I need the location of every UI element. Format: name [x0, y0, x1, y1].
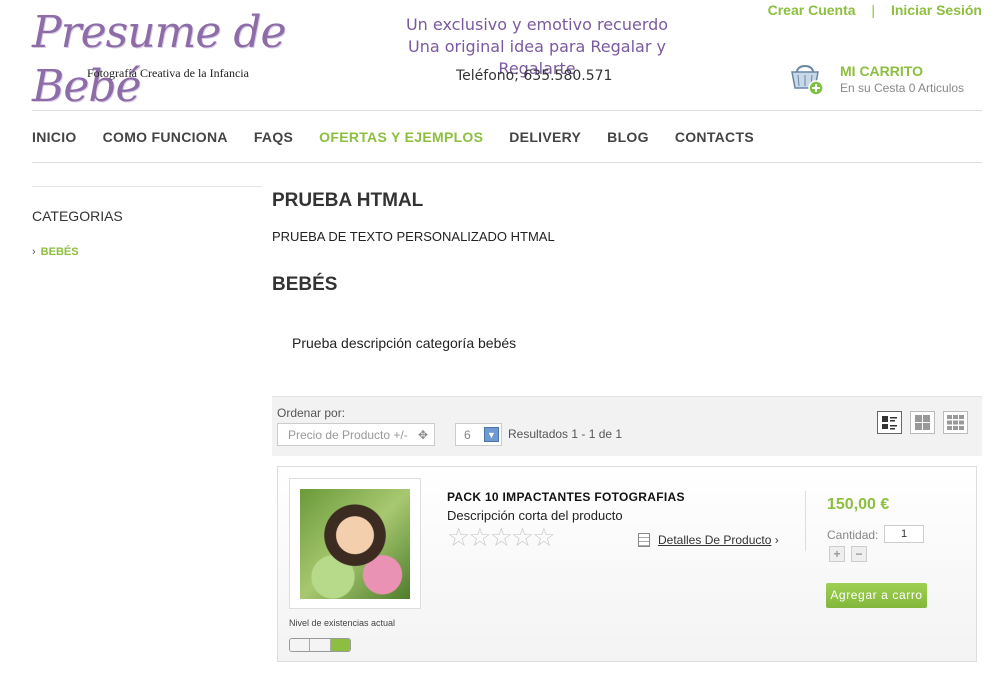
quantity-label: Cantidad:: [827, 528, 879, 542]
nav-item-delivery[interactable]: DELIVERY: [509, 129, 581, 145]
per-page-select[interactable]: 6 ▼: [455, 423, 502, 446]
dropdown-arrow-icon: ▼: [484, 427, 499, 442]
quantity-increase-button[interactable]: +: [829, 546, 845, 562]
document-icon: [638, 533, 650, 547]
stock-segment: [330, 639, 350, 651]
product-card: Nivel de existencias actual PACK 10 IMPA…: [277, 466, 977, 662]
rating-stars: ☆☆☆☆☆: [447, 522, 556, 552]
product-details-link[interactable]: Detalles De Producto ›: [638, 533, 779, 547]
nav-item-blog[interactable]: BLOG: [607, 129, 649, 145]
product-price: 150,00 €: [827, 496, 890, 513]
logo-subtitle: Fotografía Creativa de la Infancia: [87, 66, 249, 80]
stock-level-label: Nivel de existencias actual: [289, 618, 396, 628]
order-label: Ordenar por:: [277, 406, 346, 420]
create-account-link[interactable]: Crear Cuenta: [768, 2, 856, 18]
nav-item-contacts[interactable]: CONTACTS: [675, 129, 754, 145]
slogan-line-1: Un exclusivo y emotivo recuerdo: [405, 15, 669, 34]
small-grid-view-icon[interactable]: [943, 411, 968, 434]
view-switcher: [877, 411, 968, 434]
cart-info: En su Cesta 0 Articulos: [840, 81, 965, 95]
category-link-bebes[interactable]: › BEBÉS: [32, 246, 262, 258]
nav-item-ofertas-y-ejemplos[interactable]: OFERTAS Y EJEMPLOS: [319, 129, 483, 145]
sort-toggle-icon: ✥: [417, 428, 428, 442]
main-content: PRUEBA HTMAL PRUEBA DE TEXTO PERSONALIZA…: [272, 190, 982, 351]
link-separator: |: [871, 2, 876, 18]
category-description: Prueba descripción categoría bebés: [292, 335, 517, 351]
nav-item-inicio[interactable]: INICIO: [32, 129, 77, 145]
quantity-input[interactable]: [884, 525, 924, 543]
cart-title: MI CARRITO: [840, 63, 923, 79]
promo-text: PRUEBA DE TEXTO PERSONALIZADO HTMAL: [272, 229, 555, 244]
stock-segment: [310, 639, 331, 651]
main-nav: INICIO COMO FUNCIONA FAQS OFERTAS Y EJEMPLO…: [32, 110, 982, 163]
grid-view-icon[interactable]: [910, 411, 935, 434]
results-count: Resultados 1 - 1 de 1: [508, 427, 623, 441]
basket-add-icon: [791, 65, 824, 96]
sort-toolbar: Ordenar por: Precio de Producto +/- ✥ 6 …: [272, 396, 982, 456]
divider: [805, 491, 806, 551]
product-image-link[interactable]: [289, 478, 421, 609]
nav-item-faqs[interactable]: FAQS: [254, 129, 293, 145]
account-links: Crear Cuenta | Iniciar Sesión: [768, 2, 982, 18]
logo-script-text: Presume de Bebé: [32, 7, 287, 112]
stock-segment: [290, 639, 311, 651]
category-label: BEBÉS: [40, 246, 79, 258]
mini-cart[interactable]: MI CARRITO En su Cesta 0 Articulos: [788, 60, 988, 100]
stock-level-bar: [289, 638, 351, 652]
list-view-icon[interactable]: [877, 411, 902, 434]
login-link[interactable]: Iniciar Sesión: [891, 2, 982, 18]
product-short-description: Descripción corta del producto: [447, 508, 623, 523]
details-label: Detalles De Producto: [658, 533, 772, 547]
chevron-right-icon: ›: [32, 246, 36, 258]
add-to-cart-button[interactable]: Agregar a carro: [826, 583, 927, 608]
category-title: BEBÉS: [272, 274, 338, 295]
order-select[interactable]: Precio de Producto +/- ✥: [277, 423, 435, 446]
nav-item-como-funciona[interactable]: COMO FUNCIONA: [103, 129, 228, 145]
chevron-right-icon: ›: [774, 533, 779, 547]
sidebar: CATEGORIAS › BEBÉS: [32, 186, 262, 258]
promo-title: PRUEBA HTMAL: [272, 190, 424, 211]
site-logo[interactable]: Presume de Bebé Fotografía Creativa de l…: [32, 6, 362, 112]
product-photo: [300, 489, 410, 599]
per-page-value: 6: [464, 428, 471, 442]
categories-heading: CATEGORIAS: [32, 208, 123, 224]
product-name[interactable]: PACK 10 IMPACTANTES FOTOGRAFIAS: [447, 490, 685, 504]
header-phone: Teléfono; 635.580.571: [456, 68, 613, 84]
order-select-value: Precio de Producto +/-: [288, 428, 408, 442]
quantity-decrease-button[interactable]: −: [851, 546, 867, 562]
